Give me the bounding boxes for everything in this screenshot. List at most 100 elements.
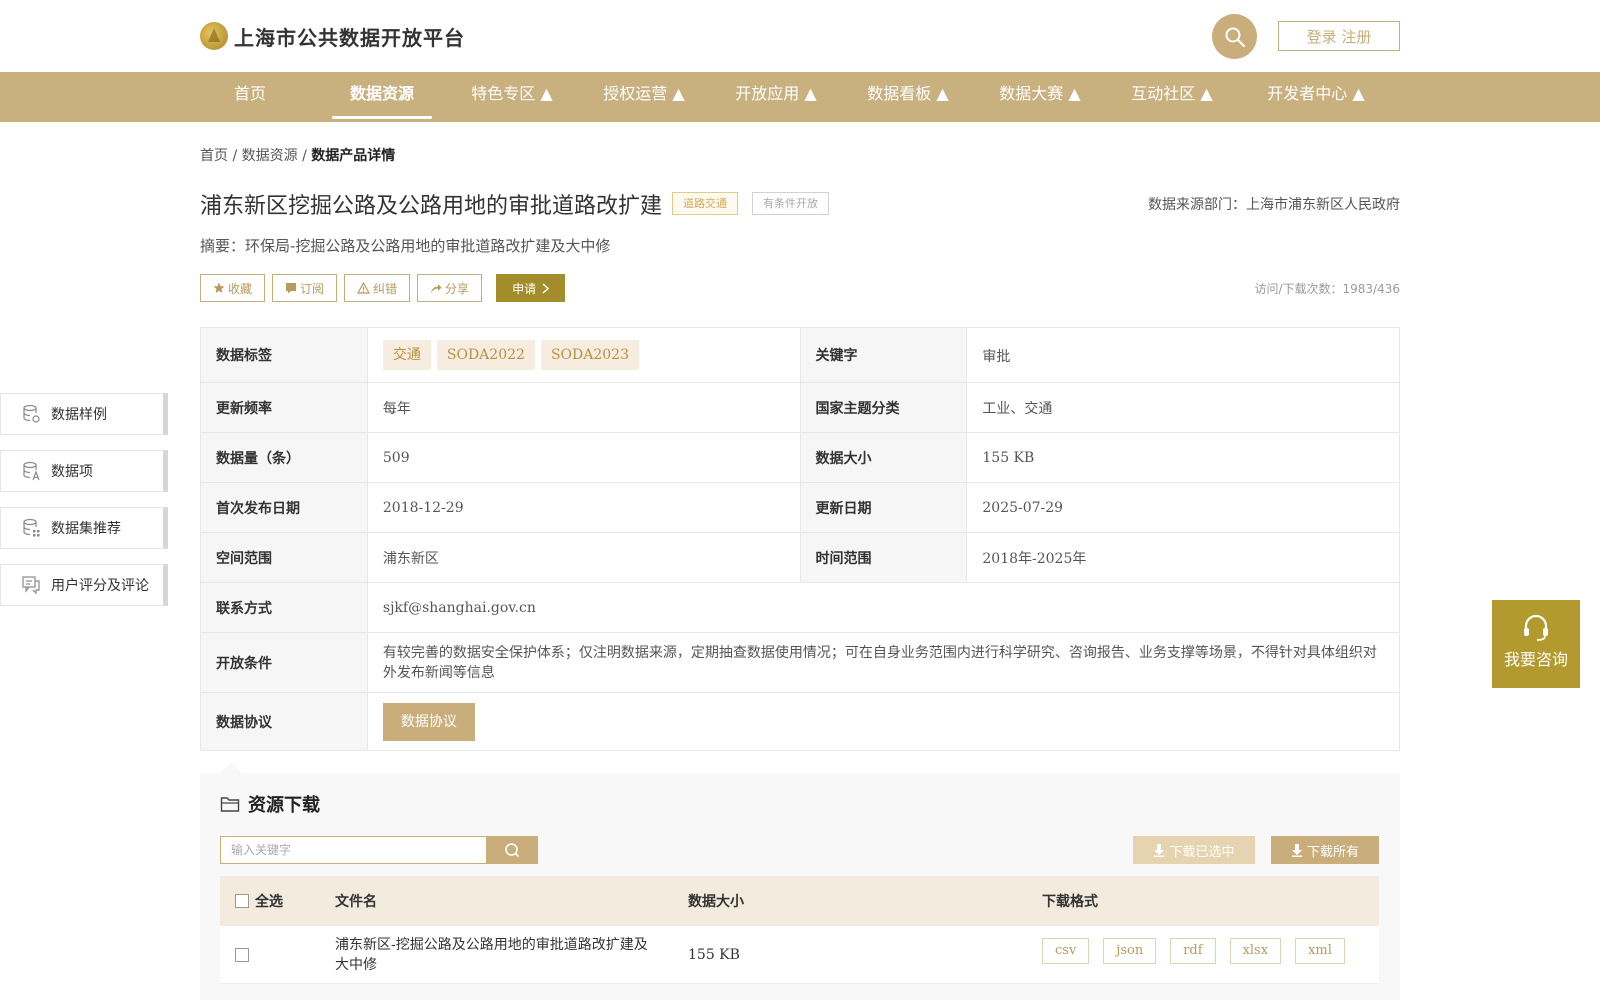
nav-data-contest[interactable]: 数据大赛 ▲ — [990, 72, 1090, 122]
site-title: 上海市公共数据开放平台 — [234, 25, 465, 50]
download-section-title: 资源下载 — [220, 791, 320, 817]
search-icon — [1225, 27, 1245, 47]
protocol-cell: 数据协议 — [366, 692, 1401, 751]
spatial-range-value: 浦东新区 — [366, 532, 801, 583]
correct-button[interactable]: 纠错 — [344, 274, 411, 302]
chevron-right-icon — [542, 282, 550, 294]
nav-developer-center[interactable]: 开发者中心 ▲ — [1258, 72, 1374, 122]
nav-open-apps[interactable]: 开放应用 ▲ — [726, 72, 826, 122]
correct-label: 纠错 — [373, 281, 398, 296]
breadcrumb-resources[interactable]: 数据资源 — [242, 148, 298, 164]
side-item-data-sample[interactable]: 数据样例 — [0, 393, 168, 435]
download-title-text: 资源下载 — [248, 795, 320, 816]
summary-text: 摘要：环保局-挖掘公路及公路用地的审批道路改扩建及大中修 — [200, 237, 611, 255]
data-size-label: 数据大小 — [799, 432, 968, 483]
nav-authorized-operations[interactable]: 授权运营 ▲ — [594, 72, 694, 122]
side-item-label: 数据样例 — [51, 407, 107, 423]
side-item-label: 数据项 — [51, 464, 93, 480]
star-icon — [213, 282, 225, 293]
consult-widget[interactable]: 我要咨询 — [1492, 600, 1580, 688]
table-row: 联系方式 sjkf@shanghai.gov.cn — [200, 582, 1401, 633]
data-tag[interactable]: 交通 — [382, 340, 431, 370]
share-arrow-icon — [431, 284, 442, 293]
site-logo[interactable]: 上海市公共数据开放平台 — [200, 20, 465, 52]
tags-label: 数据标签 — [200, 327, 368, 383]
breadcrumb: 首页 / 数据资源 / 数据产品详情 — [200, 145, 395, 165]
favorite-label: 收藏 — [228, 281, 253, 296]
data-tag[interactable]: SODA2023 — [540, 340, 639, 370]
side-item-label: 用户评分及评论 — [51, 578, 149, 594]
row-select-cell — [235, 926, 255, 983]
database-fields-icon — [23, 461, 40, 481]
nav-data-resources[interactable]: 数据资源 — [332, 72, 432, 122]
download-section: 资源下载 输入关键字 下载已选中 下载所有 全选 文件名 数据大小 下载格式 浦… — [200, 773, 1400, 1000]
col-size: 数据大小 — [688, 894, 744, 910]
table-row: 开放条件 有较完善的数据安全保护体系；仅注明数据来源，定期抽查数据使用情况；可在… — [200, 632, 1401, 693]
keyword-value: 审批 — [966, 327, 1400, 383]
open-condition-label: 开放条件 — [200, 632, 368, 693]
login-register-button[interactable]: 登录 注册 — [1278, 21, 1400, 51]
protocol-label: 数据协议 — [200, 692, 368, 751]
download-icon — [1154, 843, 1165, 857]
side-item-data-fields[interactable]: 数据项 — [0, 450, 168, 492]
download-selected-button[interactable]: 下载已选中 — [1133, 836, 1255, 864]
side-item-label: 数据集推荐 — [51, 521, 121, 537]
breadcrumb-home[interactable]: 首页 — [200, 148, 228, 164]
time-range-label: 时间范围 — [799, 532, 968, 583]
contact-email[interactable]: sjkf@shanghai.gov.cn — [366, 582, 1401, 633]
data-size-value: 155 KB — [966, 432, 1400, 483]
table-row: 数据协议 数据协议 — [200, 692, 1401, 751]
site-header: 上海市公共数据开放平台 登录 注册 — [0, 0, 1600, 72]
download-all-label: 下载所有 — [1306, 844, 1359, 860]
page-title: 浦东新区挖掘公路及公路用地的审批道路改扩建 — [200, 194, 663, 219]
data-protocol-button[interactable]: 数据协议 — [382, 702, 475, 741]
download-icon — [1291, 843, 1302, 857]
metadata-table: 数据标签 交通 SODA2022 SODA2023 关键字 审批 更新频率 每年 国… — [200, 327, 1401, 751]
consult-label: 我要咨询 — [1503, 650, 1568, 669]
nav-special-zones[interactable]: 特色专区 ▲ — [462, 72, 562, 122]
favorite-button[interactable]: 收藏 — [200, 274, 266, 302]
open-condition-value: 有较完善的数据安全保护体系；仅注明数据来源，定期抽查数据使用情况；可在自身业务范… — [366, 632, 1401, 693]
first-publish-value: 2018-12-29 — [366, 482, 801, 533]
side-item-dataset-recommend[interactable]: 数据集推荐 — [0, 507, 168, 549]
subscribe-button[interactable]: 订阅 — [272, 274, 338, 302]
national-theme-value: 工业、交通 — [966, 382, 1400, 433]
update-date-value: 2025-07-29 — [966, 482, 1400, 533]
side-menu: 数据样例 数据项 数据集推荐 用户评分及评论 — [0, 393, 168, 621]
format-csv-button[interactable]: csv — [1042, 937, 1090, 964]
breadcrumb-separator: / — [297, 148, 312, 164]
data-tag[interactable]: SODA2022 — [436, 340, 535, 370]
comment-icon — [22, 576, 40, 595]
format-rdf-button[interactable]: rdf — [1170, 937, 1216, 964]
side-item-comments[interactable]: 用户评分及评论 — [0, 564, 168, 606]
breadcrumb-separator: / — [228, 148, 242, 164]
bookmark-icon — [286, 283, 297, 294]
apply-label: 申请 — [512, 281, 537, 296]
select-all-checkbox[interactable] — [235, 894, 249, 908]
nav-community[interactable]: 互动社区 ▲ — [1122, 72, 1222, 122]
nav-home[interactable]: 首页 — [212, 72, 288, 122]
download-search-button[interactable] — [486, 836, 538, 864]
download-all-button[interactable]: 下载所有 — [1271, 836, 1379, 864]
header-search-button[interactable] — [1212, 14, 1257, 59]
visit-download-count: 访问/下载次数：1983/436 — [1254, 282, 1400, 296]
nav-data-dashboard[interactable]: 数据看板 ▲ — [858, 72, 958, 122]
format-json-button[interactable]: json — [1103, 937, 1157, 964]
col-format: 下载格式 — [1042, 894, 1098, 910]
spatial-range-label: 空间范围 — [200, 532, 368, 583]
open-status-badge: 有条件开放 — [752, 192, 829, 215]
shanghai-logo-icon — [200, 22, 228, 50]
folder-icon — [220, 797, 240, 812]
action-bar: 收藏 订阅 纠错 分享 申请 — [200, 274, 566, 302]
file-name: 浦东新区-挖掘公路及公路用地的审批道路改扩建及大中修 — [335, 936, 648, 973]
record-count-label: 数据量（条） — [200, 432, 368, 483]
select-all-label: 全选 — [255, 894, 283, 910]
apply-button[interactable]: 申请 — [496, 274, 566, 302]
database-sample-icon — [23, 404, 40, 423]
format-xlsx-button[interactable]: xlsx — [1229, 937, 1282, 964]
row-checkbox[interactable] — [235, 947, 249, 962]
category-badge: 道路交通 — [672, 192, 738, 215]
share-button[interactable]: 分享 — [417, 274, 483, 302]
tags-cell: 交通 SODA2022 SODA2023 — [366, 327, 801, 383]
format-xml-button[interactable]: xml — [1295, 937, 1345, 964]
